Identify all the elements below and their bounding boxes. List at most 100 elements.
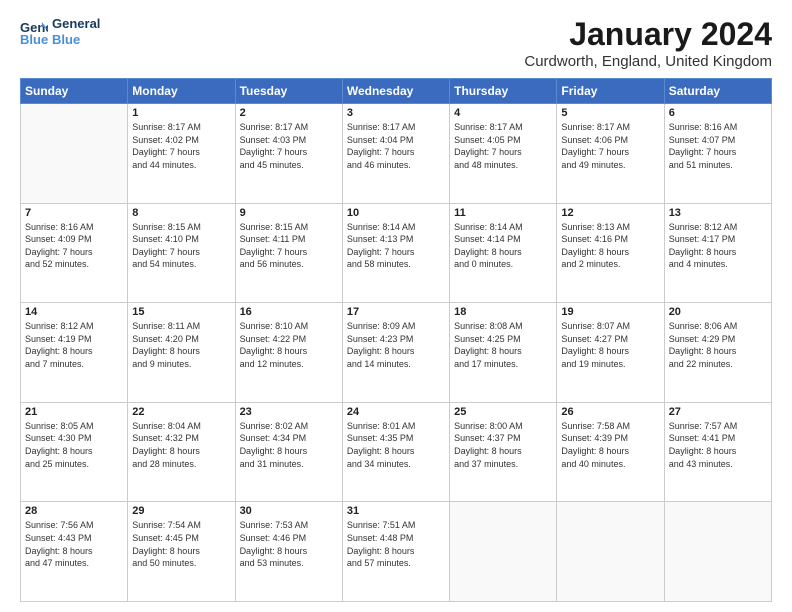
day-info: Sunrise: 8:12 AMSunset: 4:19 PMDaylight:… <box>25 320 123 370</box>
day-info: Sunrise: 8:02 AMSunset: 4:34 PMDaylight:… <box>240 420 338 470</box>
svg-text:Blue: Blue <box>20 32 48 46</box>
cell-w4-d4: 25 Sunrise: 8:00 AMSunset: 4:37 PMDayligh… <box>450 402 557 502</box>
day-number: 3 <box>347 107 445 119</box>
cell-w3-d1: 15 Sunrise: 8:11 AMSunset: 4:20 PMDayligh… <box>128 303 235 403</box>
col-thursday: Thursday <box>450 79 557 104</box>
cell-w2-d6: 13 Sunrise: 8:12 AMSunset: 4:17 PMDayligh… <box>664 203 771 303</box>
cell-w1-d5: 5 Sunrise: 8:17 AMSunset: 4:06 PMDaylight… <box>557 104 664 204</box>
cell-w2-d4: 11 Sunrise: 8:14 AMSunset: 4:14 PMDayligh… <box>450 203 557 303</box>
cell-w1-d4: 4 Sunrise: 8:17 AMSunset: 4:05 PMDaylight… <box>450 104 557 204</box>
cell-w1-d6: 6 Sunrise: 8:16 AMSunset: 4:07 PMDaylight… <box>664 104 771 204</box>
day-info: Sunrise: 8:11 AMSunset: 4:20 PMDaylight:… <box>132 320 230 370</box>
cell-w3-d3: 17 Sunrise: 8:09 AMSunset: 4:23 PMDayligh… <box>342 303 449 403</box>
week-row-1: 1 Sunrise: 8:17 AMSunset: 4:02 PMDaylight… <box>21 104 772 204</box>
day-number: 29 <box>132 505 230 517</box>
day-info: Sunrise: 8:13 AMSunset: 4:16 PMDaylight:… <box>561 221 659 271</box>
cell-w2-d5: 12 Sunrise: 8:13 AMSunset: 4:16 PMDayligh… <box>557 203 664 303</box>
week-row-4: 21Sunrise: 8:05 AMSunset: 4:30 PMDayligh… <box>21 402 772 502</box>
logo-icon: General Blue <box>20 18 48 46</box>
cell-w4-d0: 21Sunrise: 8:05 AMSunset: 4:30 PMDayligh… <box>21 402 128 502</box>
col-tuesday: Tuesday <box>235 79 342 104</box>
day-info: Sunrise: 8:17 AMSunset: 4:06 PMDaylight:… <box>561 121 659 171</box>
week-row-3: 14 Sunrise: 8:12 AMSunset: 4:19 PMDayligh… <box>21 303 772 403</box>
day-info: Sunrise: 8:15 AMSunset: 4:10 PMDaylight:… <box>132 221 230 271</box>
col-saturday: Saturday <box>664 79 771 104</box>
day-info: Sunrise: 8:17 AMSunset: 4:02 PMDaylight:… <box>132 121 230 171</box>
col-wednesday: Wednesday <box>342 79 449 104</box>
day-info: Sunrise: 8:12 AMSunset: 4:17 PMDaylight:… <box>669 221 767 271</box>
cell-w1-d0 <box>21 104 128 204</box>
day-number: 31 <box>347 505 445 517</box>
day-number: 18 <box>454 306 552 318</box>
day-number: 13 <box>669 207 767 219</box>
week-row-2: 7Sunrise: 8:16 AMSunset: 4:09 PMDaylight… <box>21 203 772 303</box>
cell-w5-d1: 29Sunrise: 7:54 AMSunset: 4:45 PMDayligh… <box>128 502 235 602</box>
day-info: Sunrise: 7:53 AMSunset: 4:46 PMDaylight:… <box>240 519 338 569</box>
day-number: 1 <box>132 107 230 119</box>
day-info: Sunrise: 8:10 AMSunset: 4:22 PMDaylight:… <box>240 320 338 370</box>
day-number: 9 <box>240 207 338 219</box>
day-info: Sunrise: 8:00 AMSunset: 4:37 PMDaylight:… <box>454 420 552 470</box>
cell-w5-d0: 28Sunrise: 7:56 AMSunset: 4:43 PMDayligh… <box>21 502 128 602</box>
day-info: Sunrise: 8:14 AMSunset: 4:13 PMDaylight:… <box>347 221 445 271</box>
day-info: Sunrise: 8:06 AMSunset: 4:29 PMDaylight:… <box>669 320 767 370</box>
header: General Blue General Blue January 2024 C… <box>20 16 772 70</box>
title-block: January 2024 Curdworth, England, United … <box>524 16 772 70</box>
day-number: 24 <box>347 406 445 418</box>
col-monday: Monday <box>128 79 235 104</box>
cell-w3-d2: 16Sunrise: 8:10 AMSunset: 4:22 PMDayligh… <box>235 303 342 403</box>
day-number: 27 <box>669 406 767 418</box>
day-number: 28 <box>25 505 123 517</box>
day-info: Sunrise: 8:16 AMSunset: 4:07 PMDaylight:… <box>669 121 767 171</box>
location: Curdworth, England, United Kingdom <box>524 53 772 70</box>
day-number: 2 <box>240 107 338 119</box>
day-info: Sunrise: 7:51 AMSunset: 4:48 PMDaylight:… <box>347 519 445 569</box>
col-friday: Friday <box>557 79 664 104</box>
cell-w5-d2: 30Sunrise: 7:53 AMSunset: 4:46 PMDayligh… <box>235 502 342 602</box>
cell-w3-d0: 14 Sunrise: 8:12 AMSunset: 4:19 PMDayligh… <box>21 303 128 403</box>
cell-w5-d4 <box>450 502 557 602</box>
day-number: 4 <box>454 107 552 119</box>
day-info: Sunrise: 8:17 AMSunset: 4:05 PMDaylight:… <box>454 121 552 171</box>
day-info: Sunrise: 8:09 AMSunset: 4:23 PMDaylight:… <box>347 320 445 370</box>
day-info: Sunrise: 8:16 AMSunset: 4:09 PMDaylight:… <box>25 221 123 271</box>
cell-w4-d5: 26 Sunrise: 7:58 AMSunset: 4:39 PMDayligh… <box>557 402 664 502</box>
cell-w5-d5 <box>557 502 664 602</box>
day-info: Sunrise: 8:04 AMSunset: 4:32 PMDaylight:… <box>132 420 230 470</box>
day-number: 23 <box>240 406 338 418</box>
cell-w1-d2: 2Sunrise: 8:17 AMSunset: 4:03 PMDaylight… <box>235 104 342 204</box>
day-number: 11 <box>454 207 552 219</box>
day-info: Sunrise: 8:07 AMSunset: 4:27 PMDaylight:… <box>561 320 659 370</box>
day-info: Sunrise: 8:14 AMSunset: 4:14 PMDaylight:… <box>454 221 552 271</box>
day-number: 19 <box>561 306 659 318</box>
cell-w3-d5: 19 Sunrise: 8:07 AMSunset: 4:27 PMDayligh… <box>557 303 664 403</box>
day-info: Sunrise: 7:58 AMSunset: 4:39 PMDaylight:… <box>561 420 659 470</box>
cell-w5-d3: 31 Sunrise: 7:51 AMSunset: 4:48 PMDayligh… <box>342 502 449 602</box>
day-info: Sunrise: 8:17 AMSunset: 4:04 PMDaylight:… <box>347 121 445 171</box>
day-info: Sunrise: 8:08 AMSunset: 4:25 PMDaylight:… <box>454 320 552 370</box>
day-number: 5 <box>561 107 659 119</box>
cell-w2-d1: 8 Sunrise: 8:15 AMSunset: 4:10 PMDaylight… <box>128 203 235 303</box>
day-number: 15 <box>132 306 230 318</box>
day-number: 12 <box>561 207 659 219</box>
cell-w4-d3: 24 Sunrise: 8:01 AMSunset: 4:35 PMDayligh… <box>342 402 449 502</box>
day-number: 14 <box>25 306 123 318</box>
calendar-page: General Blue General Blue January 2024 C… <box>0 0 792 612</box>
cell-w4-d6: 27 Sunrise: 7:57 AMSunset: 4:41 PMDayligh… <box>664 402 771 502</box>
day-info: Sunrise: 8:01 AMSunset: 4:35 PMDaylight:… <box>347 420 445 470</box>
cell-w4-d1: 22 Sunrise: 8:04 AMSunset: 4:32 PMDayligh… <box>128 402 235 502</box>
logo: General Blue General Blue <box>20 16 100 47</box>
day-info: Sunrise: 7:57 AMSunset: 4:41 PMDaylight:… <box>669 420 767 470</box>
cell-w3-d6: 20Sunrise: 8:06 AMSunset: 4:29 PMDayligh… <box>664 303 771 403</box>
day-number: 22 <box>132 406 230 418</box>
cell-w3-d4: 18 Sunrise: 8:08 AMSunset: 4:25 PMDayligh… <box>450 303 557 403</box>
day-number: 17 <box>347 306 445 318</box>
logo-line1: General <box>52 16 100 32</box>
day-number: 10 <box>347 207 445 219</box>
day-number: 25 <box>454 406 552 418</box>
day-number: 6 <box>669 107 767 119</box>
cell-w2-d0: 7Sunrise: 8:16 AMSunset: 4:09 PMDaylight… <box>21 203 128 303</box>
day-number: 8 <box>132 207 230 219</box>
logo-line2: Blue <box>52 32 100 48</box>
day-number: 26 <box>561 406 659 418</box>
